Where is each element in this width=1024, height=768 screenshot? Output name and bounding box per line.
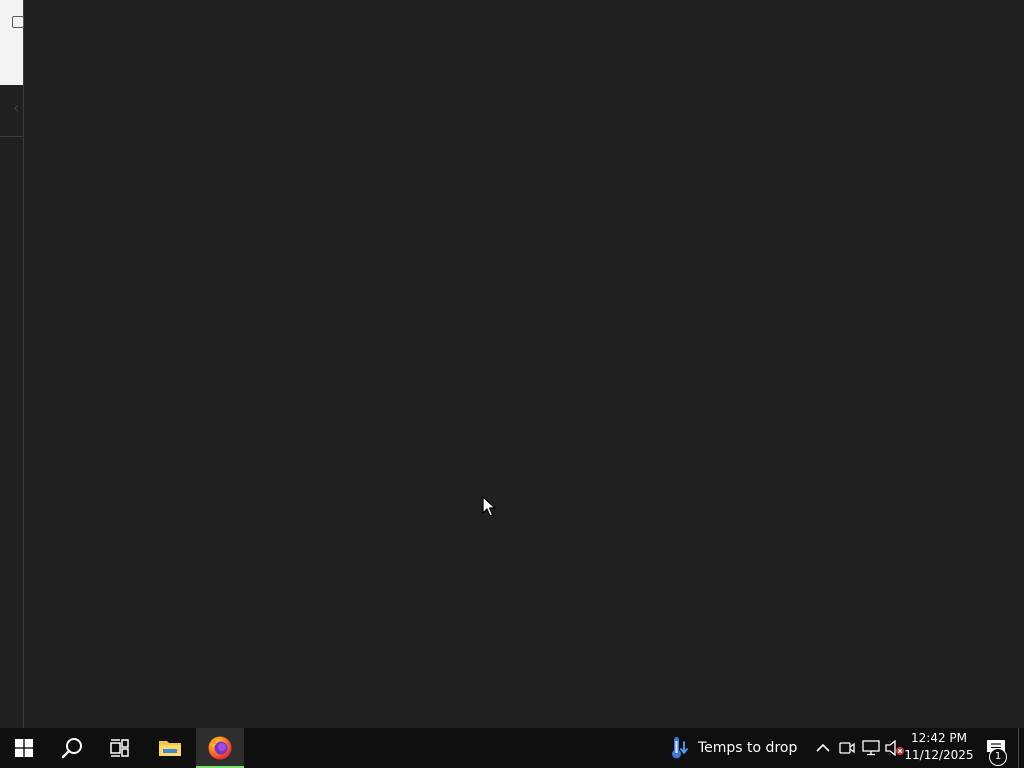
thermometer-icon <box>672 737 688 759</box>
task-view-icon <box>110 739 129 757</box>
taskbar: Temps to drop 12:42 PM 11/12/2025 <box>0 728 1024 768</box>
clock-time: 12:42 PM <box>911 731 967 745</box>
network-button[interactable] <box>860 728 882 768</box>
weather-text: Temps to drop <box>698 740 798 756</box>
file-explorer-button[interactable] <box>146 728 194 768</box>
window-titlebar[interactable] <box>0 0 24 44</box>
network-icon <box>862 740 880 756</box>
meet-now-button[interactable] <box>836 728 858 768</box>
clock[interactable]: 12:42 PM 11/12/2025 <box>904 730 974 766</box>
tab-overview-icon[interactable] <box>12 16 24 28</box>
weather-widget[interactable]: Temps to drop <box>668 728 797 768</box>
window-navbar: ‹ <box>0 44 23 117</box>
volume-button[interactable] <box>884 728 906 768</box>
firefox-icon <box>208 736 232 760</box>
search-icon <box>61 738 82 759</box>
back-arrow-icon[interactable]: ‹ <box>13 98 25 118</box>
volume-muted-icon <box>885 740 904 756</box>
search-button[interactable] <box>48 728 96 768</box>
background-window-edge[interactable]: ‹ <box>0 0 24 728</box>
divider <box>0 136 23 137</box>
meet-now-icon <box>839 742 855 754</box>
show-desktop-button[interactable] <box>1018 728 1024 768</box>
notification-count-badge: 1 <box>989 748 1007 766</box>
start-button[interactable] <box>0 728 48 768</box>
folder-icon <box>159 741 181 756</box>
task-view-button[interactable] <box>96 728 144 768</box>
clock-date: 11/12/2025 <box>904 748 974 762</box>
firefox-button[interactable] <box>196 728 244 768</box>
chevron-up-icon <box>816 743 830 752</box>
windows-logo-icon <box>15 739 33 757</box>
mouse-cursor-icon <box>482 496 496 517</box>
show-hidden-icons-button[interactable] <box>812 728 834 768</box>
